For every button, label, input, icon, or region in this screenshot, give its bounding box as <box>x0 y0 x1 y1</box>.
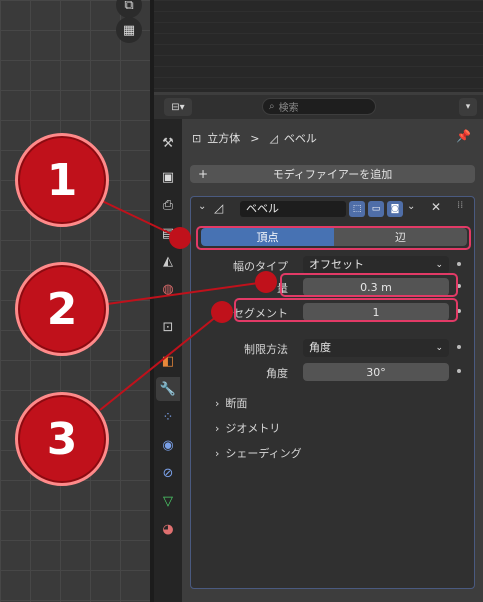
constraints-tab-icon[interactable]: ⊘ <box>156 461 180 485</box>
highlight-segments <box>234 298 458 322</box>
breadcrumb-modifier: ベベル <box>283 132 317 145</box>
properties-tab-column: ⚒ ▣ ⎙ ▤ ◭ ◍ ⊡ ◧ 🔧 ⁘ ◉ ⊘ ▽ ◕ <box>154 119 182 602</box>
bevel-modifier-panel: ⌄ ◿ ベベル ⬚ ▭ ◙ ⌄ ✕ ⁞⁞ 頂点 辺 幅のタイプ オフセット ⌄ … <box>190 196 475 589</box>
modifier-name-field[interactable]: ベベル <box>240 201 346 217</box>
data-tab-icon[interactable]: ▽ <box>156 489 180 513</box>
world-tab-icon[interactable]: ◍ <box>156 277 180 301</box>
modifier-tab-icon[interactable]: 🔧 <box>156 377 180 401</box>
add-modifier-button[interactable]: + モディファイアーを追加 <box>190 165 475 183</box>
outliner-area <box>154 0 483 92</box>
output-tab-icon[interactable]: ⎙ <box>156 193 180 217</box>
keyframe-dot[interactable] <box>457 345 461 349</box>
width-type-label: 幅のタイプ <box>233 260 288 273</box>
highlight-amount <box>280 273 458 297</box>
properties-header: ⊟▾ ⌕ 検索 ▾ <box>154 95 483 119</box>
grid-view-icon[interactable]: ▦ <box>116 17 142 43</box>
callout-3-number: 3 <box>46 413 78 465</box>
subpanel-shading-label: シェーディング <box>225 447 302 460</box>
chevron-down-icon: ⌄ <box>435 260 443 270</box>
plus-icon: + <box>198 167 209 181</box>
search-icon: ⌕ <box>269 101 275 112</box>
breadcrumb: ⊡ 立方体 > ◿ ベベル <box>192 130 317 146</box>
callout-2-number: 2 <box>46 283 78 335</box>
callout-1: 1 <box>15 133 109 227</box>
properties-content: ⊡ 立方体 > ◿ ベベル 📌 + モディファイアーを追加 ⌄ ◿ ベベル ⬚ … <box>182 119 483 602</box>
realtime-toggle-icon[interactable]: ▭ <box>368 201 384 217</box>
properties-editor-icon: ⊟▾ <box>171 101 185 113</box>
keyframe-dot[interactable] <box>457 262 461 266</box>
subpanel-geometry[interactable]: › ジオメトリ <box>215 420 280 436</box>
view-layer-tab-icon[interactable]: ▤ <box>156 221 180 245</box>
chevron-right-icon: › <box>215 396 220 410</box>
bevel-modifier-icon: ◿ <box>214 201 224 215</box>
object-tab-icon[interactable]: ◧ <box>156 349 180 373</box>
add-modifier-label: モディファイアーを追加 <box>272 168 393 181</box>
drag-handle-icon[interactable]: ⁞⁞ <box>457 200 463 211</box>
bevel-modifier-icon: ◿ <box>269 131 278 145</box>
breadcrumb-separator: > <box>250 131 260 145</box>
chevron-down-icon: ▾ <box>465 102 471 112</box>
render-toggle-icon[interactable]: ◙ <box>387 201 403 217</box>
limit-method-value: 角度 <box>309 341 331 354</box>
subpanel-shading[interactable]: › シェーディング <box>215 445 302 461</box>
width-type-dropdown[interactable]: オフセット ⌄ <box>303 256 449 274</box>
edit-mode-toggle-icon[interactable]: ⬚ <box>349 201 365 217</box>
pin-icon[interactable]: 📌 <box>456 129 471 143</box>
angle-field[interactable]: 30° <box>303 363 449 381</box>
subpanel-profile[interactable]: › 断面 <box>215 395 247 411</box>
material-tab-icon[interactable]: ◕ <box>156 517 180 541</box>
limit-method-dropdown[interactable]: 角度 ⌄ <box>303 339 449 357</box>
tool-tab-icon[interactable]: ⚒ <box>156 131 180 155</box>
breadcrumb-object: 立方体 <box>207 132 241 145</box>
chevron-right-icon: › <box>215 421 220 435</box>
angle-row: 角度 30° <box>191 363 474 381</box>
callout-1-number: 1 <box>46 154 78 206</box>
width-type-value: オフセット <box>309 258 364 271</box>
limit-method-row: 制限方法 角度 ⌄ <box>191 339 474 357</box>
chevron-down-icon: ⌄ <box>435 343 443 353</box>
subpanel-geometry-label: ジオメトリ <box>225 422 281 435</box>
collapse-chevron-icon[interactable]: ⌄ <box>198 201 206 212</box>
collection-tab-icon[interactable]: ⊡ <box>156 315 180 339</box>
scene-tab-icon[interactable]: ◭ <box>156 249 180 273</box>
particles-tab-icon[interactable]: ⁘ <box>156 405 180 429</box>
close-icon[interactable]: ✕ <box>431 200 441 214</box>
subpanel-profile-label: 断面 <box>225 397 248 410</box>
render-tab-icon[interactable]: ▣ <box>156 165 180 189</box>
modifier-menu-icon[interactable]: ⌄ <box>407 201 415 212</box>
camera-view-icon[interactable]: ⧉ <box>116 0 142 18</box>
physics-tab-icon[interactable]: ◉ <box>156 433 180 457</box>
callout-2: 2 <box>15 262 109 356</box>
options-dropdown[interactable]: ▾ <box>459 98 477 116</box>
editor-type-button[interactable]: ⊟▾ <box>164 98 192 116</box>
angle-label: 角度 <box>266 367 288 380</box>
search-placeholder: 検索 <box>278 103 299 114</box>
chevron-right-icon: › <box>215 446 220 460</box>
mesh-object-icon: ⊡ <box>192 131 202 145</box>
highlight-affect <box>196 226 471 250</box>
limit-method-label: 制限方法 <box>244 343 288 356</box>
keyframe-dot[interactable] <box>457 369 461 373</box>
modifier-header: ⌄ ◿ ベベル ⬚ ▭ ◙ ⌄ ✕ ⁞⁞ <box>191 197 474 219</box>
width-type-row: 幅のタイプ オフセット ⌄ <box>191 256 474 274</box>
search-input[interactable]: ⌕ 検索 <box>262 98 376 115</box>
callout-3: 3 <box>15 392 109 486</box>
